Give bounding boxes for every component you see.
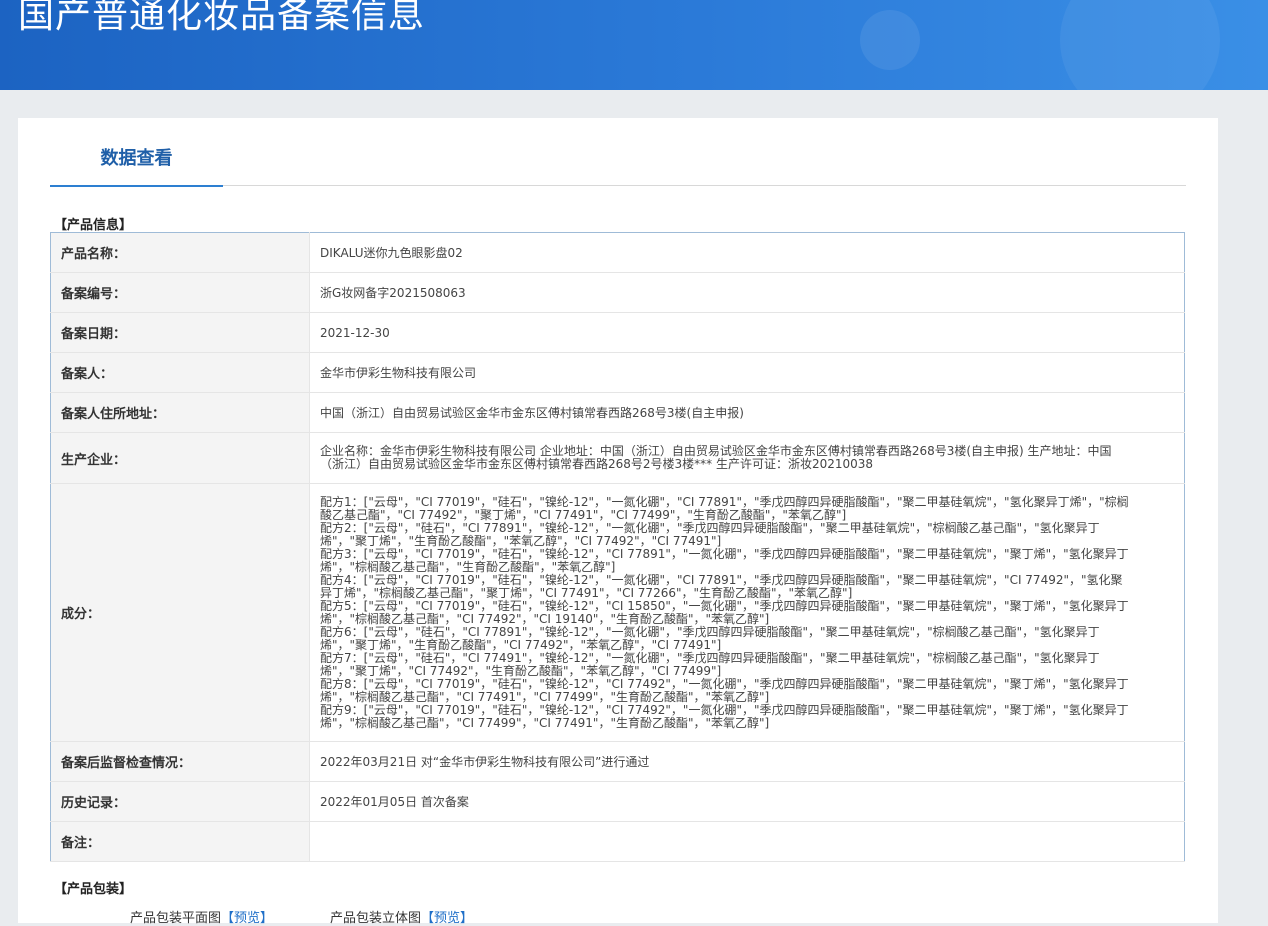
remarks-value [309, 821, 1185, 862]
content-card: 数据查看 【产品信息】 产品名称： DIKALU迷你九色眼影盘02 备案编号： … [18, 118, 1218, 926]
row-label: 生产企业： [50, 432, 310, 484]
inspection-value: 2022年03月21日 对“金华市伊彩生物科技有限公司”进行通过 [309, 741, 1185, 782]
manufacturer-value: 企业名称：金华市伊彩生物科技有限公司 企业地址：中国（浙江）自由贸易试验区金华市… [309, 432, 1185, 484]
row-label: 备案编号： [50, 272, 310, 313]
packaging-flat-preview-link[interactable]: 【预览】 [221, 911, 273, 926]
table-row: 成分： 配方1：["云母"，"CI 77019"，"硅石"，"镍纶-12"，"一… [50, 483, 1185, 742]
record-number-value: 浙G妆网备字2021508063 [309, 272, 1185, 313]
table-row: 产品名称： DIKALU迷你九色眼影盘02 [50, 232, 1185, 273]
packaging-solid-preview-link[interactable]: 【预览】 [421, 911, 473, 926]
tab-data-view[interactable]: 数据查看 [50, 146, 223, 187]
tab-divider [223, 185, 1186, 186]
header-banner: 国产普通化妆品备案信息 [0, 0, 1268, 90]
formula-line: 配方1：["云母"，"CI 77019"，"硅石"，"镍纶-12"，"一氮化硼"… [320, 494, 1129, 522]
formula-line: 配方8：["云母"，"CI 77019"，"硅石"，"镍纶-12"，"CI 77… [320, 676, 1129, 704]
formula-line: 配方3：["云母"，"CI 77019"，"硅石"，"镍纶-12"，"CI 77… [320, 546, 1129, 574]
packaging-solid-label: 产品包装立体图 [330, 911, 422, 926]
history-value: 2022年01月05日 首次备案 [309, 781, 1185, 822]
packaging-flat-item: 产品包装平面图【预览】 [130, 907, 273, 926]
table-row: 备案编号： 浙G妆网备字2021508063 [50, 272, 1185, 313]
ingredients-value: 配方1：["云母"，"CI 77019"，"硅石"，"镍纶-12"，"一氮化硼"… [309, 483, 1185, 742]
formula-line: 配方5：["云母"，"CI 77019"，"硅石"，"镍纶-12"，"CI 15… [320, 598, 1129, 626]
table-row: 备案后监督检查情况： 2022年03月21日 对“金华市伊彩生物科技有限公司”进… [50, 741, 1185, 782]
section-title-product-info: 【产品信息】 [54, 218, 133, 233]
table-row: 备案人住所地址： 中国（浙江）自由贸易试验区金华市金东区傅村镇常春西路268号3… [50, 392, 1185, 433]
packaging-flat-label: 产品包装平面图 [130, 911, 222, 926]
banner-decoration [860, 10, 920, 70]
row-label: 备注： [50, 821, 310, 862]
row-label: 备案日期： [50, 312, 310, 353]
table-row: 备案日期： 2021-12-30 [50, 312, 1185, 353]
formula-line: 配方4：["云母"，"CI 77019"，"硅石"，"镍纶-12"，"一氮化硼"… [320, 572, 1123, 600]
address-value: 中国（浙江）自由贸易试验区金华市金东区傅村镇常春西路268号3楼(自主申报) [309, 392, 1185, 433]
record-date-value: 2021-12-30 [309, 312, 1185, 353]
table-row: 备注： [50, 821, 1185, 862]
table-row: 备案人： 金华市伊彩生物科技有限公司 [50, 352, 1185, 393]
registrant-value: 金华市伊彩生物科技有限公司 [309, 352, 1185, 393]
table-row: 生产企业： 企业名称：金华市伊彩生物科技有限公司 企业地址：中国（浙江）自由贸易… [50, 432, 1185, 484]
formula-line: 配方7：["云母"，"硅石"，"CI 77491"，"镍纶-12"，"一氮化硼"… [320, 650, 1100, 678]
page-title: 国产普通化妆品备案信息 [18, 0, 426, 36]
row-label: 备案人住所地址： [50, 392, 310, 433]
product-name-value: DIKALU迷你九色眼影盘02 [309, 232, 1185, 273]
banner-decoration [1060, 0, 1220, 90]
section-title-packaging: 【产品包装】 [54, 882, 133, 897]
formula-line: 配方2：["云母"，"硅石"，"CI 77891"，"镍纶-12"，"一氮化硼"… [320, 520, 1100, 548]
table-row: 历史记录： 2022年01月05日 首次备案 [50, 781, 1185, 822]
row-label: 产品名称： [50, 232, 310, 273]
formula-line: 配方6：["云母"，"硅石"，"CI 77891"，"镍纶-12"，"一氮化硼"… [320, 624, 1100, 652]
row-label: 备案后监督检查情况： [50, 741, 310, 782]
product-info-table: 产品名称： DIKALU迷你九色眼影盘02 备案编号： 浙G妆网备字202150… [50, 232, 1185, 862]
formula-line: 配方9：["云母"，"CI 77019"，"硅石"，"镍纶-12"，"CI 77… [320, 702, 1129, 730]
packaging-solid-item: 产品包装立体图【预览】 [330, 907, 473, 926]
row-label: 备案人： [50, 352, 310, 393]
row-label: 历史记录： [50, 781, 310, 822]
row-label: 成分： [50, 483, 310, 742]
